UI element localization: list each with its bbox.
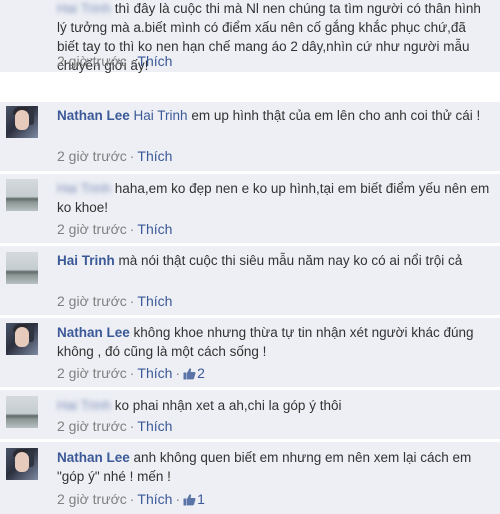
meta-separator: · bbox=[129, 53, 135, 69]
like-count-value: 1 bbox=[197, 491, 205, 507]
avatar[interactable] bbox=[6, 396, 38, 428]
meta-separator: · bbox=[129, 221, 135, 237]
meta-separator: · bbox=[129, 293, 135, 309]
like-button[interactable]: Thích bbox=[137, 365, 172, 381]
like-button[interactable]: Thích bbox=[137, 293, 172, 309]
comment-author[interactable]: Hai Trinh bbox=[57, 1, 111, 16]
comment-mention[interactable]: Hai Trinh bbox=[134, 108, 188, 123]
comment: Hai Trinh ko phai nhận xet a ah,chi la g… bbox=[0, 389, 500, 439]
like-button[interactable]: Thích bbox=[137, 418, 172, 434]
comment-time[interactable]: 2 giờ trước bbox=[57, 491, 127, 507]
like-count[interactable]: 1 bbox=[183, 491, 205, 507]
comment: Hai Trinh thì đây là cuộc thi mà Nl nen … bbox=[0, 0, 500, 73]
meta-separator: · bbox=[129, 148, 135, 164]
like-button[interactable]: Thích bbox=[137, 53, 172, 69]
comment-meta: 2 giờ trước · Thích bbox=[57, 147, 172, 165]
like-button[interactable]: Thích bbox=[137, 491, 172, 507]
comment: Hai Trinh mà nói thật cuộc thi siêu mẫu … bbox=[0, 245, 500, 315]
comment-time[interactable]: 2 giờ trước bbox=[57, 365, 127, 381]
meta-separator: · bbox=[129, 418, 135, 434]
avatar[interactable] bbox=[6, 323, 38, 355]
avatar[interactable] bbox=[6, 252, 38, 284]
comment-meta: 2 giờ trước · Thích bbox=[57, 220, 172, 238]
comment-author[interactable]: Nathan Lee bbox=[57, 450, 130, 465]
comment-meta: 2 giờ trước · Thích bbox=[57, 52, 172, 70]
comment: Nathan Lee không khoe nhưng thừa tự tin … bbox=[0, 317, 500, 387]
comment-meta: 2 giờ trước · Thích · 1 bbox=[57, 490, 205, 508]
like-button[interactable]: Thích bbox=[137, 221, 172, 237]
comment-meta: 2 giờ trước · Thích bbox=[57, 292, 172, 310]
comment-time[interactable]: 2 giờ trước bbox=[57, 148, 127, 164]
comment-meta: 2 giờ trước · Thích · 2 bbox=[57, 364, 205, 382]
like-count-value: 2 bbox=[197, 365, 205, 381]
comment-time[interactable]: 2 giờ trước bbox=[57, 53, 127, 69]
like-count[interactable]: 2 bbox=[183, 365, 205, 381]
comment-time[interactable]: 2 giờ trước bbox=[57, 293, 127, 309]
comment: Nathan Lee anh không quen biết em nhưng … bbox=[0, 441, 500, 514]
comment-body: Hai Trinh haha,em ko đẹp nen e ko up hìn… bbox=[57, 179, 490, 217]
comment-body: Nathan Lee Hai Trinh em up hình thật của… bbox=[57, 106, 490, 125]
avatar[interactable] bbox=[6, 106, 38, 138]
comment-text: em up hình thật của em lên cho anh coi t… bbox=[191, 108, 481, 123]
comment-body: Hai Trinh ko phai nhận xet a ah,chi la g… bbox=[57, 396, 490, 415]
like-button[interactable]: Thích bbox=[137, 148, 172, 164]
comment-body: Hai Trinh mà nói thật cuộc thi siêu mẫu … bbox=[57, 251, 490, 270]
comment-author[interactable]: Nathan Lee bbox=[57, 108, 130, 123]
comment-text: ko phai nhận xet a ah,chi la góp ý thôi bbox=[114, 398, 342, 413]
comment-text: mà nói thật cuộc thi siêu mẫu năm nay ko… bbox=[118, 253, 463, 268]
comment-time[interactable]: 2 giờ trước bbox=[57, 418, 127, 434]
comment-thread: Hai Trinh thì đây là cuộc thi mà Nl nen … bbox=[0, 0, 500, 514]
comment-text: haha,em ko đẹp nen e ko up hình,tại em b… bbox=[57, 181, 490, 215]
comment: Hai Trinh haha,em ko đẹp nen e ko up hìn… bbox=[0, 173, 500, 243]
comment-body: Nathan Lee không khoe nhưng thừa tự tin … bbox=[57, 323, 490, 361]
meta-separator: · bbox=[129, 365, 135, 381]
meta-separator: · bbox=[129, 491, 135, 507]
comment-author[interactable]: Hai Trinh bbox=[57, 398, 111, 413]
comment: Nathan Lee Hai Trinh em up hình thật của… bbox=[0, 101, 500, 171]
comment-time[interactable]: 2 giờ trước bbox=[57, 221, 127, 237]
comment-author[interactable]: Nathan Lee bbox=[57, 325, 130, 340]
comment-body: Nathan Lee anh không quen biết em nhưng … bbox=[57, 448, 490, 486]
meta-separator: · bbox=[175, 365, 181, 381]
thumbs-up-icon bbox=[183, 368, 196, 380]
thumbs-up-icon bbox=[183, 494, 196, 506]
comment-meta: 2 giờ trước · Thích bbox=[57, 417, 172, 435]
avatar[interactable] bbox=[6, 448, 38, 480]
avatar[interactable] bbox=[6, 179, 38, 211]
comment-author[interactable]: Hai Trinh bbox=[57, 181, 111, 196]
comment-author[interactable]: Hai Trinh bbox=[57, 253, 115, 268]
meta-separator: · bbox=[175, 491, 181, 507]
